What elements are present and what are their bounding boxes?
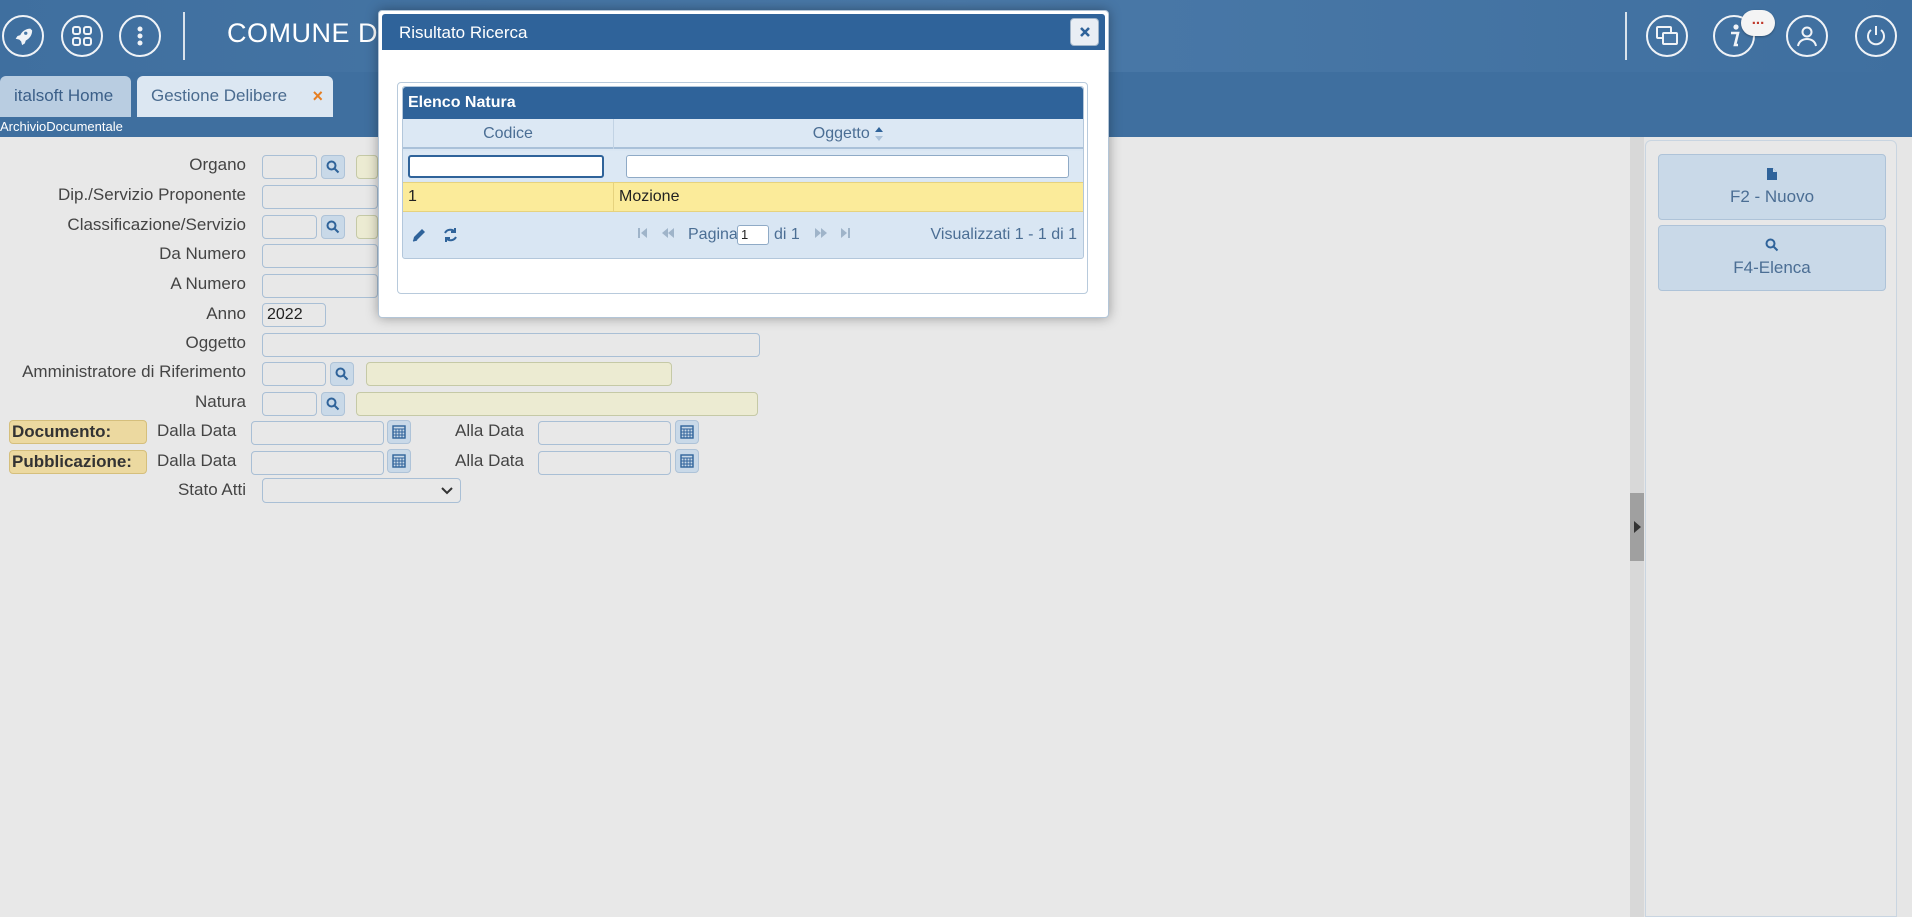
classificazione-description-field xyxy=(356,215,378,239)
user-icon[interactable] xyxy=(1786,15,1828,57)
natura-label: Natura xyxy=(194,392,246,411)
calendar-icon[interactable] xyxy=(675,449,699,473)
organo-code-field[interactable] xyxy=(262,155,317,179)
header-divider xyxy=(183,12,185,60)
column-header-label: Codice xyxy=(483,125,533,142)
collapse-handle[interactable] xyxy=(1630,493,1644,561)
da-numero-field[interactable] xyxy=(262,244,378,268)
oggetto-filter-input[interactable] xyxy=(626,155,1069,178)
panel-splitter[interactable] xyxy=(1630,137,1644,917)
breadcrumb-text: ArchivioDocumentale xyxy=(0,119,123,134)
anno-label: Anno xyxy=(206,304,246,323)
grid-pager: Pagina 1 di 1 Visualizzati 1 - 1 di 1 xyxy=(403,213,1083,257)
refresh-icon[interactable] xyxy=(442,227,459,243)
sort-icon xyxy=(875,126,884,141)
a-numero-field[interactable] xyxy=(262,274,378,298)
stato-atti-label: Stato Atti xyxy=(177,480,246,499)
calendar-icon[interactable] xyxy=(387,420,411,444)
table-row[interactable]: 1 Mozione xyxy=(403,182,1083,212)
a-numero-label: A Numero xyxy=(170,274,246,293)
documento-section-tag: Documento: xyxy=(9,420,147,444)
natura-grid: Elenco Natura Codice Oggetto 1 Mozione P… xyxy=(402,86,1084,259)
records-summary: Visualizzati 1 - 1 di 1 xyxy=(930,226,1077,243)
documento-dalla-data-field[interactable] xyxy=(251,421,384,445)
da-numero-label: Da Numero xyxy=(159,244,246,263)
natura-description-field xyxy=(356,392,758,416)
tab-gestione-delibere[interactable]: Gestione Delibere × xyxy=(137,76,333,117)
search-icon[interactable] xyxy=(330,362,354,386)
tab-close-icon[interactable]: × xyxy=(312,76,323,116)
codice-filter-input[interactable] xyxy=(408,155,604,178)
new-button[interactable]: F2 - Nuovo xyxy=(1658,154,1886,220)
search-icon[interactable] xyxy=(321,155,345,179)
search-icon xyxy=(1765,238,1779,252)
power-icon[interactable] xyxy=(1855,15,1897,57)
pubblicazione-dalla-data-field[interactable] xyxy=(251,451,384,475)
oggetto-cell: Mozione xyxy=(619,188,680,205)
column-header-label: Oggetto xyxy=(812,125,870,142)
list-button[interactable]: F4-Elenca xyxy=(1658,225,1886,291)
tab-label: italsoft Home xyxy=(14,86,114,105)
close-icon xyxy=(1079,27,1090,37)
oggetto-label: Oggetto xyxy=(185,333,247,352)
grid-caption: Elenco Natura xyxy=(403,87,1083,119)
search-result-dialog: Risultato Ricerca Elenco Natura Codice O… xyxy=(378,10,1109,318)
stato-atti-select[interactable] xyxy=(262,478,461,503)
chevron-down-icon xyxy=(441,487,453,495)
next-page-icon[interactable] xyxy=(814,227,828,239)
pubblicazione-alla-data-label: Alla Data xyxy=(455,451,524,470)
list-button-label: F4-Elenca xyxy=(1733,258,1811,277)
page-total-label: di 1 xyxy=(774,226,800,243)
close-button[interactable] xyxy=(1070,18,1099,46)
calendar-icon[interactable] xyxy=(675,420,699,444)
amministratore-code-field[interactable] xyxy=(262,362,326,386)
new-button-label: F2 - Nuovo xyxy=(1729,187,1815,206)
anno-field[interactable]: 2022 xyxy=(262,303,326,327)
organo-label: Organo xyxy=(189,155,246,174)
calendar-icon[interactable] xyxy=(387,449,411,473)
documento-alla-data-label: Alla Data xyxy=(455,421,524,440)
tab-label: Gestione Delibere xyxy=(151,86,288,105)
documento-alla-data-field[interactable] xyxy=(538,421,671,445)
dip-servizio-label: Dip./Servizio Proponente xyxy=(57,185,246,204)
column-separator xyxy=(613,183,614,211)
oggetto-field[interactable] xyxy=(262,333,760,357)
dialog-title: Risultato Ricerca xyxy=(399,23,528,42)
more-vertical-icon[interactable] xyxy=(119,15,161,57)
apps-grid-icon[interactable] xyxy=(61,15,103,57)
pubblicazione-section-tag: Pubblicazione: xyxy=(9,450,147,474)
tab-italsoft-home[interactable]: italsoft Home xyxy=(0,76,131,117)
edit-icon[interactable] xyxy=(411,227,427,243)
amministratore-label: Amministratore di Riferimento xyxy=(22,362,246,381)
pubblicazione-alla-data-field[interactable] xyxy=(538,451,671,475)
first-page-icon[interactable] xyxy=(638,227,648,239)
pubblicazione-dalla-data-label: Dalla Data xyxy=(157,451,237,470)
grid-filter-row xyxy=(403,151,1083,181)
header-divider xyxy=(1625,12,1627,60)
classificazione-label: Classificazione/Servizio xyxy=(67,215,246,234)
natura-code-field[interactable] xyxy=(262,392,317,416)
page-label: Pagina xyxy=(688,226,738,243)
dialog-header[interactable]: Risultato Ricerca xyxy=(382,14,1105,50)
last-page-icon[interactable] xyxy=(840,227,850,239)
documento-dalla-data-label: Dalla Data xyxy=(157,421,237,440)
windows-icon[interactable] xyxy=(1646,15,1688,57)
search-icon[interactable] xyxy=(321,215,345,239)
dip-servizio-field[interactable] xyxy=(262,185,378,209)
actions-panel: F2 - Nuovo F4-Elenca xyxy=(1645,140,1897,917)
notification-badge[interactable]: ... xyxy=(1741,10,1775,36)
codice-cell: 1 xyxy=(408,188,417,205)
document-icon xyxy=(1767,168,1777,180)
grid-header: Codice Oggetto xyxy=(403,119,1083,149)
column-header-oggetto[interactable]: Oggetto xyxy=(614,119,1083,149)
page-number-input[interactable]: 1 xyxy=(737,225,769,245)
search-icon[interactable] xyxy=(321,392,345,416)
app-title: COMUNE DI xyxy=(227,18,386,48)
classificazione-code-field[interactable] xyxy=(262,215,317,239)
amministratore-description-field xyxy=(366,362,672,386)
organo-description-field xyxy=(356,155,378,179)
rocket-icon[interactable] xyxy=(2,15,44,57)
column-header-codice[interactable]: Codice xyxy=(403,119,613,149)
previous-page-icon[interactable] xyxy=(661,227,675,239)
